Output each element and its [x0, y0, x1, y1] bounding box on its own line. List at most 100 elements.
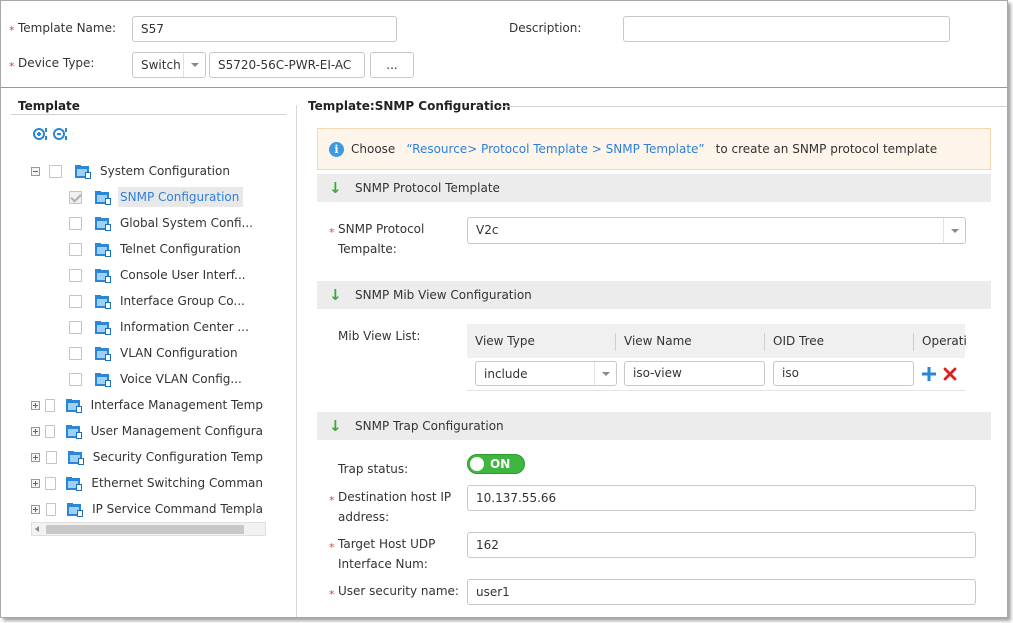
section-snmp-trap[interactable]: ↓ SNMP Trap Configuration: [317, 412, 991, 440]
expand-all-icon[interactable]: [32, 126, 48, 142]
device-model-input[interactable]: S5720-56C-PWR-EI-AC: [209, 52, 365, 78]
description-label: Description:: [509, 21, 582, 35]
security-name-input[interactable]: user1: [467, 579, 976, 605]
folder-icon: [94, 268, 111, 283]
tree-item-label: Telnet Configuration: [120, 242, 241, 256]
column-divider: [615, 333, 616, 351]
tree-item-label: SNMP Configuration: [118, 187, 244, 207]
tree-item[interactable]: Interface Group Co...: [31, 289, 267, 313]
column-divider: [913, 333, 914, 351]
tree-checkbox[interactable]: [69, 216, 82, 230]
tree-item[interactable]: Information Center ...: [31, 315, 267, 339]
udp-label-line1: Target Host UDP: [338, 537, 436, 551]
folder-icon: [65, 476, 83, 491]
snmp-protocol-value: V2c: [476, 223, 499, 237]
tree-checkbox[interactable]: [69, 242, 82, 256]
scroll-left-icon[interactable]: [35, 526, 39, 532]
tree-item[interactable]: User Management Configura: [31, 419, 267, 443]
protocol-label-line2: Tempalte:: [338, 242, 397, 256]
expand-node-icon[interactable]: [31, 478, 40, 488]
device-type-value: Switch: [141, 58, 181, 72]
tree-item-label: Console User Interf...: [120, 268, 246, 282]
header-view-name: View Name: [624, 334, 692, 348]
info-suffix: to create an SNMP protocol template: [715, 142, 938, 156]
description-input[interactable]: [623, 16, 950, 42]
folder-icon: [67, 450, 84, 465]
snmp-protocol-select[interactable]: V2c: [467, 217, 966, 244]
browse-device-button[interactable]: ...: [370, 52, 414, 78]
toggle-state: ON: [490, 457, 511, 471]
delete-icon[interactable]: [942, 366, 958, 382]
add-icon[interactable]: [921, 366, 937, 382]
oid-tree-input[interactable]: iso: [773, 361, 914, 386]
tree-item[interactable]: Console User Interf...: [31, 263, 267, 287]
view-type-value: include: [484, 367, 528, 381]
tree-item[interactable]: Ethernet Switching Comman: [31, 471, 267, 495]
tree-item[interactable]: Voice VLAN Config...: [31, 367, 267, 391]
tree-item-label: System Configuration: [100, 164, 230, 178]
trap-status-label: Trap status:: [338, 462, 409, 476]
expand-node-icon[interactable]: [31, 400, 40, 410]
tree-item-label: Security Configuration Temp: [92, 450, 263, 464]
collapse-node-icon[interactable]: [31, 166, 40, 176]
tree-checkbox[interactable]: [69, 320, 82, 334]
tree-checkbox[interactable]: [69, 372, 82, 386]
tree-item[interactable]: Global System Confi...: [31, 211, 267, 235]
section-snmp-protocol-template[interactable]: ↓ SNMP Protocol Template: [317, 174, 991, 202]
toggle-knob: [470, 457, 484, 471]
section-title: SNMP Mib View Configuration: [355, 288, 532, 302]
folder-icon: [65, 424, 82, 439]
template-name-label: Template Name:: [18, 21, 117, 35]
view-name-input[interactable]: iso-view: [624, 361, 765, 386]
scrollbar-thumb[interactable]: [46, 525, 244, 534]
header-operation: Operati: [922, 334, 967, 348]
tree-checkbox[interactable]: [44, 424, 56, 438]
expand-node-icon[interactable]: [31, 452, 40, 462]
tree-checkbox[interactable]: [69, 346, 82, 360]
tree-checkbox[interactable]: [44, 398, 56, 412]
tree-horizontal-scrollbar[interactable]: [31, 522, 266, 536]
tree-item[interactable]: Telnet Configuration: [31, 237, 267, 261]
destination-ip-input[interactable]: 10.137.55.66: [467, 485, 976, 511]
device-type-select[interactable]: Switch: [132, 52, 206, 78]
required-marker: *: [329, 588, 335, 601]
template-name-input[interactable]: S57: [132, 16, 397, 42]
required-marker: *: [329, 541, 335, 554]
tree-item[interactable]: System Configuration: [31, 159, 267, 183]
header-divider: [1, 87, 1007, 88]
tree-item-label: Interface Management Temp: [90, 398, 263, 412]
view-type-select[interactable]: include: [475, 361, 617, 386]
section-snmp-mib-view[interactable]: ↓ SNMP Mib View Configuration: [317, 281, 991, 309]
tree-item[interactable]: VLAN Configuration: [31, 341, 267, 365]
info-prefix: Choose: [351, 142, 396, 156]
tree-checkbox[interactable]: [69, 294, 82, 308]
right-panel-title: Template:SNMP Configuration: [308, 99, 511, 113]
required-marker: *: [329, 494, 335, 507]
chevron-down-icon: [594, 362, 616, 385]
arrow-down-icon: ↓: [329, 179, 342, 197]
tree-checkbox[interactable]: [45, 502, 57, 516]
expand-node-icon[interactable]: [31, 426, 40, 436]
folder-icon: [94, 242, 111, 257]
protocol-template-link[interactable]: “Resource> Protocol Template > SNMP Temp…: [406, 142, 704, 156]
expand-node-icon[interactable]: [31, 504, 40, 514]
tree-checkbox[interactable]: [49, 164, 62, 178]
folder-icon: [94, 216, 111, 231]
tree-checkbox[interactable]: [45, 476, 56, 490]
udp-port-input[interactable]: 162: [467, 532, 976, 558]
tree-item[interactable]: IP Service Command Templa: [31, 497, 267, 521]
tree-item[interactable]: SNMP Configuration: [31, 185, 267, 209]
panel-separator: [296, 105, 297, 617]
folder-icon: [94, 320, 111, 335]
folder-icon: [94, 294, 111, 309]
tree-checkbox[interactable]: [45, 450, 57, 464]
collapse-all-icon[interactable]: [52, 126, 68, 142]
tree-item[interactable]: Security Configuration Temp: [31, 445, 267, 469]
tree-checkbox[interactable]: [69, 190, 82, 204]
header-oid-tree: OID Tree: [773, 334, 825, 348]
trap-status-toggle[interactable]: ON: [467, 454, 525, 474]
folder-icon: [94, 372, 111, 387]
tree-checkbox[interactable]: [69, 268, 82, 282]
chevron-down-icon: [183, 53, 205, 77]
tree-item[interactable]: Interface Management Temp: [31, 393, 267, 417]
